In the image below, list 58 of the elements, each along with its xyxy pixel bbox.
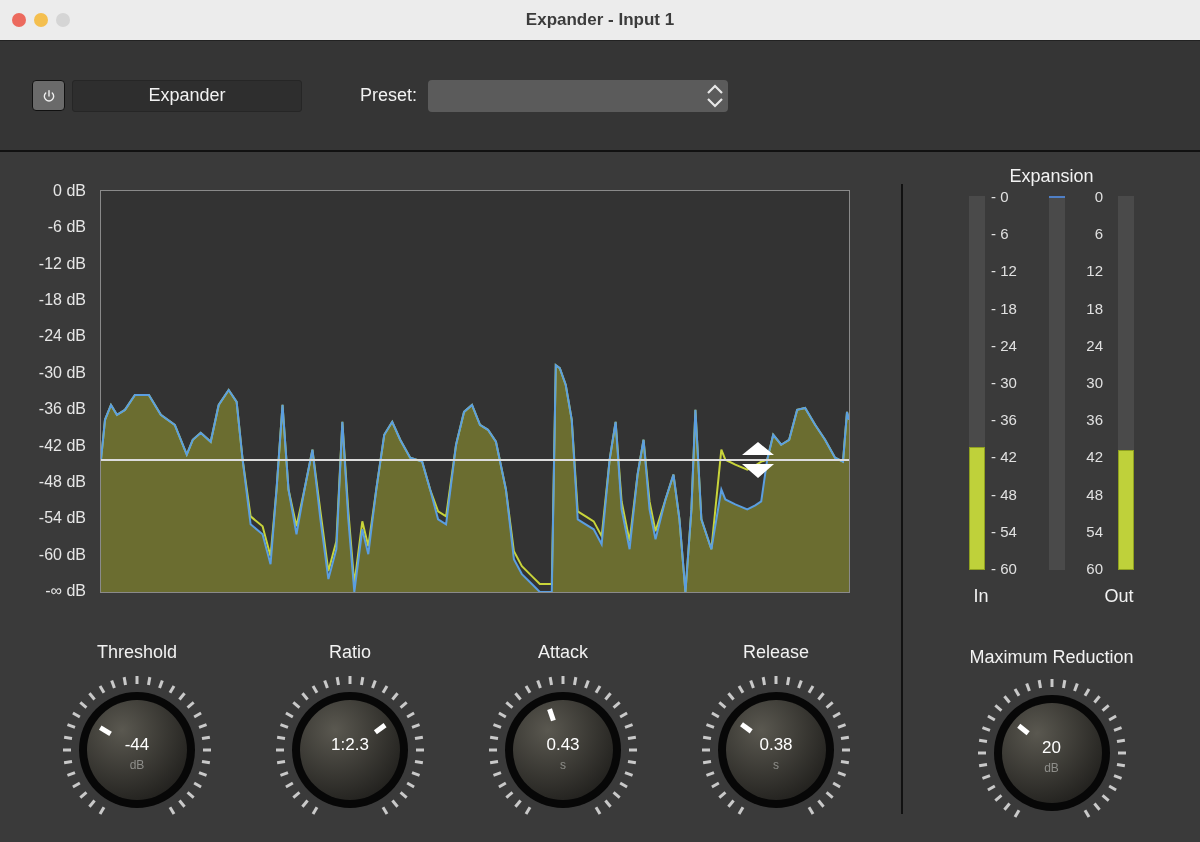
knob-value: 0.43 — [546, 735, 580, 755]
scale-label: -48 dB — [38, 472, 86, 491]
meter-scale-label: 42 — [1086, 450, 1103, 465]
knob-label: Maximum Reduction — [969, 647, 1134, 668]
knob-value: -44 — [124, 735, 150, 755]
preset-label: Preset: — [360, 85, 418, 106]
meter-scale-label: - 6 — [991, 227, 1009, 242]
meter-scale-label: 60 — [1086, 561, 1103, 576]
scale-label: -∞ dB — [45, 581, 86, 600]
meter-scale-label: 12 — [1086, 264, 1103, 279]
knob-value: 0.38 — [759, 735, 793, 755]
meter-scale-label: - 42 — [991, 450, 1017, 465]
scale-label: -6 dB — [47, 218, 86, 237]
scale-label: -42 dB — [38, 436, 86, 455]
up-down-arrow-icon[interactable] — [741, 441, 775, 479]
power-icon — [41, 88, 56, 103]
meter-label: In — [973, 586, 989, 607]
meter-scale-label: 54 — [1086, 524, 1103, 539]
meter-scale-label: - 12 — [991, 264, 1017, 279]
knob-value: 20 — [1042, 738, 1061, 758]
meter-scale-label: 18 — [1086, 301, 1103, 316]
knob-unit: dB — [129, 758, 145, 772]
meter-scale-label: 6 — [1094, 227, 1103, 242]
meter-scale-label: 36 — [1086, 413, 1103, 428]
meter-scale-label: 30 — [1086, 375, 1103, 390]
plugin-name-button[interactable]: Expander — [72, 79, 302, 112]
meter-scale-label: - 30 — [991, 375, 1017, 390]
close-icon[interactable] — [12, 13, 26, 27]
meter-scale-label: - 0 — [991, 190, 1009, 204]
meter-scale-label: 0 — [1094, 190, 1103, 204]
scale-label: -30 dB — [38, 363, 86, 382]
meter-label: Out — [1104, 586, 1134, 607]
knob-unit: s — [773, 758, 779, 772]
meter-scale-label: 48 — [1086, 487, 1103, 502]
scale-label: -60 dB — [38, 545, 86, 564]
meter-scale-label: 24 — [1086, 338, 1103, 353]
knob-unit: s — [560, 758, 566, 772]
knob-unit: dB — [1044, 761, 1059, 775]
knob-label: Threshold — [96, 642, 177, 663]
scale-label: -36 dB — [38, 400, 86, 419]
scale-label: -12 dB — [38, 254, 86, 273]
meter-scale-label: - 60 — [991, 561, 1017, 576]
meter-scale-label: - 36 — [991, 413, 1017, 428]
meter-scale-label: - 18 — [991, 301, 1017, 316]
meter-title: Expansion — [1009, 166, 1094, 187]
scale-label: -18 dB — [38, 291, 86, 310]
meter-scale-label: - 54 — [991, 524, 1017, 539]
scale-label: -54 dB — [38, 509, 86, 528]
meter-scale-label: - 48 — [991, 487, 1017, 502]
scale-label: -24 dB — [38, 327, 86, 346]
scale-label: 0 dB — [53, 182, 86, 200]
knob-value: 1:2.3 — [331, 735, 369, 755]
window-title: Expander - Input 1 — [525, 10, 675, 30]
power-button[interactable] — [32, 80, 65, 111]
meter-scale-label: - 24 — [991, 338, 1017, 353]
knob-label: Release — [742, 642, 809, 663]
knob-label: Ratio — [329, 642, 371, 663]
knob-label: Attack — [538, 642, 588, 663]
